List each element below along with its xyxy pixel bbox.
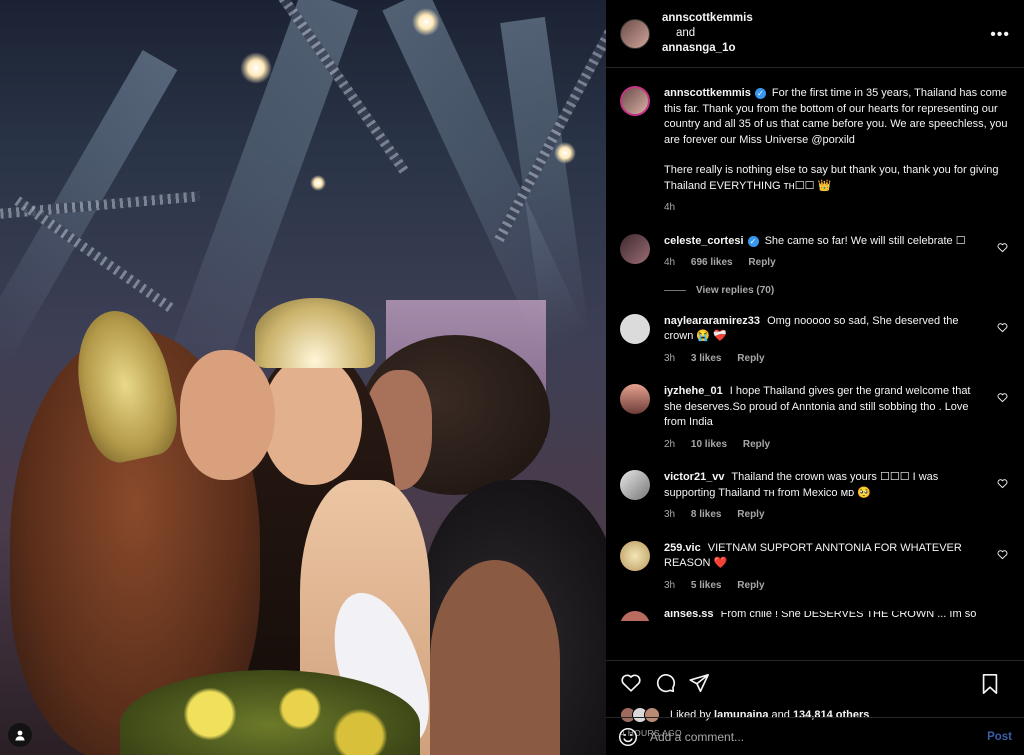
comment: ainses.ss From chile ! She DESERVES THE … xyxy=(620,611,1010,621)
reply-button[interactable]: Reply xyxy=(737,353,764,364)
stage-spotlight xyxy=(412,8,440,36)
comment-username[interactable]: 259.vic xyxy=(664,542,701,554)
reply-button[interactable]: Reply xyxy=(743,439,770,450)
comment: nayleararamirez33 Omg nooooo so sad, She… xyxy=(620,313,1010,367)
comment-username[interactable]: celeste_cortesi xyxy=(664,235,744,247)
comment-time: 2h xyxy=(664,438,676,450)
comment-username[interactable]: ainses.ss xyxy=(664,611,714,620)
comment-icon[interactable] xyxy=(654,672,676,694)
comment-likes[interactable]: 10 likes xyxy=(691,439,727,450)
stage-spotlight xyxy=(240,52,272,84)
author-conjunction: and xyxy=(676,27,696,39)
post-header: annscottkemmis and annasnga_1o ••• xyxy=(606,0,1024,68)
comment-text: VIETNAM SUPPORT ANNTONIA FOR WHATEVER RE… xyxy=(664,541,962,570)
stage-spotlight xyxy=(554,142,576,164)
avatar[interactable] xyxy=(620,313,650,344)
comment: iyzhehe_01 I hope Thailand gives ger the… xyxy=(620,384,1010,452)
caption-time: 4h xyxy=(664,202,676,213)
comment: victor21_vv Thailand the crown was yours… xyxy=(620,470,1010,523)
caption-username[interactable]: annscottkemmis xyxy=(664,87,751,99)
tagged-users-button[interactable] xyxy=(8,723,32,747)
avatar[interactable] xyxy=(620,233,650,264)
avatar[interactable] xyxy=(620,86,650,116)
comment-input[interactable] xyxy=(650,729,988,744)
comment-likes[interactable]: 5 likes xyxy=(691,580,722,591)
author-username[interactable]: annscottkemmis xyxy=(662,11,753,26)
emoji-icon[interactable] xyxy=(618,727,638,747)
heart-icon[interactable] xyxy=(997,549,1008,560)
comment-likes[interactable]: 3 likes xyxy=(691,353,722,364)
comment-time: 3h xyxy=(664,352,676,364)
more-options-icon[interactable]: ••• xyxy=(990,26,1010,44)
heart-icon[interactable] xyxy=(620,672,642,694)
bookmark-icon[interactable] xyxy=(980,673,1000,695)
reply-button[interactable]: Reply xyxy=(737,580,764,591)
avatar[interactable] xyxy=(620,611,650,621)
caption: annscottkemmis ✓ For the first time in 35… xyxy=(620,86,1010,216)
comment-time: 3h xyxy=(664,579,676,591)
post-side-panel: annscottkemmis and annasnga_1o ••• annsc… xyxy=(606,0,1024,755)
avatar[interactable] xyxy=(620,540,650,571)
divider xyxy=(664,289,686,291)
collaborator-username[interactable]: annasnga_1o xyxy=(662,41,753,56)
comment-time: 4h xyxy=(664,257,676,268)
reply-button[interactable]: Reply xyxy=(737,509,764,520)
avatar[interactable] xyxy=(620,384,650,414)
heart-icon[interactable] xyxy=(997,392,1008,403)
comment-username[interactable]: nayleararamirez33 xyxy=(664,315,760,327)
reply-button[interactable]: Reply xyxy=(748,257,775,268)
view-replies-button[interactable]: View replies (70) xyxy=(664,285,1010,296)
crown xyxy=(255,298,375,368)
post-authors: annscottkemmis and annasnga_1o xyxy=(662,11,753,56)
verified-badge-icon: ✓ xyxy=(754,88,766,99)
contestant-center-face xyxy=(262,355,362,485)
verified-badge-icon: ✓ xyxy=(747,235,759,247)
avatar[interactable] xyxy=(620,470,650,500)
share-icon[interactable] xyxy=(688,672,710,694)
comment: celeste_cortesi ✓ She came so far! We wil… xyxy=(620,233,1010,271)
post-button[interactable]: Post xyxy=(987,731,1012,743)
comment: 259.vic VIETNAM SUPPORT ANNTONIA FOR WHA… xyxy=(620,540,1010,594)
view-replies-label: View replies (70) xyxy=(696,284,775,296)
heart-icon[interactable] xyxy=(997,322,1008,333)
comments-list[interactable]: annscottkemmis ✓ For the first time in 35… xyxy=(606,68,1024,660)
comment-username[interactable]: victor21_vv xyxy=(664,471,725,483)
stage-spotlight xyxy=(310,175,326,191)
caption-text-2: There really is nothing else to say but … xyxy=(664,164,999,192)
comment-likes[interactable]: 696 likes xyxy=(691,257,733,268)
add-comment-bar: Post xyxy=(606,717,1024,755)
comment-text: She came so far! We will still celebrate… xyxy=(764,234,966,247)
post-viewer: annscottkemmis and annasnga_1o ••• annsc… xyxy=(0,0,1024,755)
comment-time: 3h xyxy=(664,509,676,520)
heart-icon[interactable] xyxy=(997,478,1008,489)
heart-icon[interactable] xyxy=(997,242,1008,253)
user-icon xyxy=(15,730,25,741)
post-photo[interactable] xyxy=(0,0,606,755)
comment-username[interactable]: iyzhehe_01 xyxy=(664,385,723,397)
comment-likes[interactable]: 8 likes xyxy=(691,509,722,520)
contestant-left-face xyxy=(180,350,275,480)
contestant-right-shoulder xyxy=(430,560,560,755)
avatar[interactable] xyxy=(620,18,650,49)
